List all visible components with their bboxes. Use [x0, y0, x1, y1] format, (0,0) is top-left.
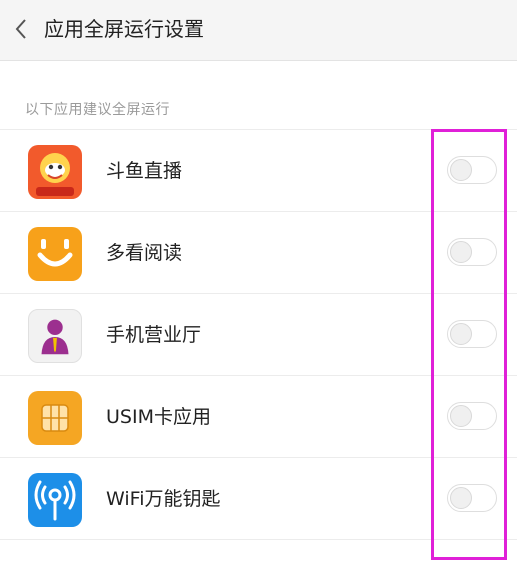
back-button[interactable] [8, 16, 34, 42]
fullscreen-toggle-usim[interactable] [447, 402, 497, 430]
fullscreen-toggle-duokan[interactable] [447, 238, 497, 266]
duokan-app-icon [28, 227, 82, 281]
page-title: 应用全屏运行设置 [44, 17, 204, 41]
fullscreen-toggle-mobile-hall[interactable] [447, 320, 497, 348]
douyu-app-icon [28, 145, 82, 199]
list-item-usim: USIM卡应用 [0, 376, 517, 458]
app-name: 斗鱼直播 [106, 160, 183, 182]
fullscreen-toggle-wifi-key[interactable] [447, 484, 497, 512]
title-bar: 应用全屏运行设置 [0, 0, 517, 61]
sim-card-app-icon [28, 391, 82, 445]
section-label: 以下应用建议全屏运行 [25, 102, 170, 118]
chevron-left-icon [15, 19, 26, 39]
fullscreen-toggle-douyu[interactable] [447, 156, 497, 184]
app-name: USIM卡应用 [106, 406, 211, 428]
toggle-knob [450, 241, 472, 263]
app-list: 斗鱼直播 多看阅读 手机营业厅 USIM卡应用 WiFi万能钥匙 [0, 129, 517, 540]
list-item-mobile-hall: 手机营业厅 [0, 294, 517, 376]
toggle-knob [450, 159, 472, 181]
toggle-knob [450, 487, 472, 509]
app-name: 手机营业厅 [106, 324, 202, 346]
list-item-wifi-key: WiFi万能钥匙 [0, 458, 517, 540]
app-name: 多看阅读 [106, 242, 183, 264]
toggle-knob [450, 323, 472, 345]
toggle-knob [450, 405, 472, 427]
wifi-key-app-icon [28, 473, 82, 527]
mobile-hall-app-icon [28, 309, 82, 363]
list-item-duokan: 多看阅读 [0, 212, 517, 294]
app-name: WiFi万能钥匙 [106, 488, 221, 510]
list-item-douyu: 斗鱼直播 [0, 130, 517, 212]
